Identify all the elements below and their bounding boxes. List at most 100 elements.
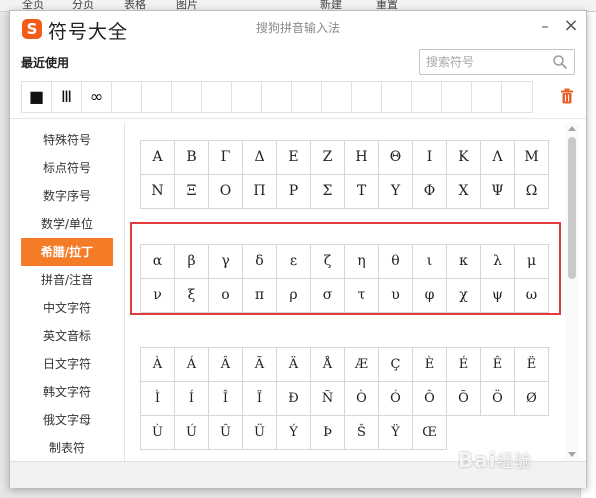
recent-symbol-cell[interactable] [442, 82, 472, 112]
latin-symbol[interactable]: É [447, 348, 481, 382]
sidebar-item-10[interactable]: 俄文字母 [21, 406, 113, 434]
greek-lowercase-symbol[interactable]: ι [413, 245, 447, 279]
scroll-up-arrow-icon[interactable] [568, 126, 576, 131]
recent-symbol-cell[interactable] [412, 82, 442, 112]
greek-uppercase-symbol[interactable]: Θ [379, 141, 413, 175]
greek-lowercase-symbol[interactable]: υ [379, 279, 413, 313]
recent-symbol-cell[interactable] [292, 82, 322, 112]
recent-symbol-cell[interactable]: Ⅲ [52, 82, 82, 112]
recent-symbol-cell[interactable] [172, 82, 202, 112]
greek-lowercase-symbol[interactable]: ζ [311, 245, 345, 279]
latin-symbol[interactable]: Ï [243, 382, 277, 416]
latin-symbol[interactable]: Ý [277, 416, 311, 450]
greek-uppercase-symbol[interactable]: Λ [481, 141, 515, 175]
greek-lowercase-symbol[interactable]: η [345, 245, 379, 279]
greek-lowercase-symbol[interactable]: χ [447, 279, 481, 313]
minimize-button[interactable]: – [534, 15, 556, 37]
latin-symbol[interactable]: Ÿ [379, 416, 413, 450]
latin-symbol[interactable]: Â [209, 348, 243, 382]
greek-uppercase-symbol[interactable]: Γ [209, 141, 243, 175]
trash-icon[interactable] [560, 88, 574, 104]
latin-symbol[interactable]: Õ [447, 382, 481, 416]
latin-symbol[interactable]: Ù [141, 416, 175, 450]
vertical-scrollbar[interactable] [565, 123, 579, 461]
sidebar-item-5[interactable]: 拼音/注音 [21, 266, 113, 294]
sidebar-item-3[interactable]: 数学/单位 [21, 210, 113, 238]
sidebar-item-9[interactable]: 韩文字符 [21, 378, 113, 406]
greek-uppercase-symbol[interactable]: Σ [311, 175, 345, 209]
sidebar-item-6[interactable]: 中文字符 [21, 294, 113, 322]
recent-symbol-cell[interactable]: ∞ [82, 82, 112, 112]
latin-symbol[interactable]: Œ [413, 416, 447, 450]
latin-symbol[interactable]: Æ [345, 348, 379, 382]
sidebar-item-11[interactable]: 制表符 [21, 434, 113, 462]
recent-symbol-cell[interactable] [382, 82, 412, 112]
latin-symbol[interactable]: Å [311, 348, 345, 382]
greek-uppercase-symbol[interactable]: Ρ [277, 175, 311, 209]
greek-uppercase-symbol[interactable]: Ν [141, 175, 175, 209]
latin-symbol[interactable]: Î [209, 382, 243, 416]
recent-symbol-cell[interactable] [472, 82, 502, 112]
greek-uppercase-symbol[interactable]: Η [345, 141, 379, 175]
sidebar-item-1[interactable]: 标点符号 [21, 154, 113, 182]
scroll-thumb[interactable] [568, 137, 576, 279]
greek-lowercase-symbol[interactable]: σ [311, 279, 345, 313]
greek-uppercase-symbol[interactable]: Β [175, 141, 209, 175]
recent-symbol-cell[interactable] [502, 82, 532, 112]
latin-symbol[interactable]: Ñ [311, 382, 345, 416]
latin-symbol[interactable]: Í [175, 382, 209, 416]
greek-uppercase-symbol[interactable]: Κ [447, 141, 481, 175]
latin-symbol[interactable]: Ú [175, 416, 209, 450]
greek-uppercase-symbol[interactable]: Ε [277, 141, 311, 175]
greek-uppercase-symbol[interactable]: Π [243, 175, 277, 209]
greek-lowercase-symbol[interactable]: δ [243, 245, 277, 279]
recent-symbol-cell[interactable]: ■ [22, 82, 52, 112]
recent-symbol-cell[interactable] [112, 82, 142, 112]
sidebar-item-0[interactable]: 特殊符号 [21, 126, 113, 154]
greek-lowercase-symbol[interactable]: π [243, 279, 277, 313]
greek-lowercase-symbol[interactable]: λ [481, 245, 515, 279]
greek-uppercase-symbol[interactable]: Ι [413, 141, 447, 175]
latin-symbol[interactable]: Ê [481, 348, 515, 382]
greek-lowercase-symbol[interactable]: β [175, 245, 209, 279]
sidebar-item-4[interactable]: 希腊/拉丁 [21, 238, 113, 266]
recent-symbol-cell[interactable] [142, 82, 172, 112]
greek-lowercase-symbol[interactable]: κ [447, 245, 481, 279]
latin-symbol[interactable]: Ã [243, 348, 277, 382]
greek-uppercase-symbol[interactable]: Χ [447, 175, 481, 209]
greek-lowercase-symbol[interactable]: ε [277, 245, 311, 279]
greek-lowercase-symbol[interactable]: τ [345, 279, 379, 313]
latin-symbol[interactable]: Ü [243, 416, 277, 450]
greek-lowercase-symbol[interactable]: ν [141, 279, 175, 313]
recent-symbol-cell[interactable] [322, 82, 352, 112]
sidebar-item-7[interactable]: 英文音标 [21, 322, 113, 350]
scroll-down-arrow-icon[interactable] [568, 452, 576, 457]
latin-symbol[interactable]: À [141, 348, 175, 382]
sidebar-item-8[interactable]: 日文字符 [21, 350, 113, 378]
greek-uppercase-symbol[interactable]: Φ [413, 175, 447, 209]
greek-lowercase-symbol[interactable]: ω [515, 279, 549, 313]
greek-uppercase-symbol[interactable]: Τ [345, 175, 379, 209]
recent-symbol-cell[interactable] [202, 82, 232, 112]
greek-uppercase-symbol[interactable]: Υ [379, 175, 413, 209]
greek-uppercase-symbol[interactable]: Ω [515, 175, 549, 209]
close-button[interactable]: × [560, 15, 582, 37]
latin-symbol[interactable]: Ø [515, 382, 549, 416]
greek-uppercase-symbol[interactable]: Μ [515, 141, 549, 175]
latin-symbol[interactable]: Û [209, 416, 243, 450]
greek-lowercase-symbol[interactable]: γ [209, 245, 243, 279]
latin-symbol[interactable]: È [413, 348, 447, 382]
recent-symbol-cell[interactable] [262, 82, 292, 112]
recent-symbol-cell[interactable] [352, 82, 382, 112]
latin-symbol[interactable]: Þ [311, 416, 345, 450]
latin-symbol[interactable]: Á [175, 348, 209, 382]
greek-uppercase-symbol[interactable]: Α [141, 141, 175, 175]
greek-lowercase-symbol[interactable]: φ [413, 279, 447, 313]
greek-lowercase-symbol[interactable]: θ [379, 245, 413, 279]
greek-uppercase-symbol[interactable]: Ζ [311, 141, 345, 175]
greek-uppercase-symbol[interactable]: Ξ [175, 175, 209, 209]
latin-symbol[interactable]: Ç [379, 348, 413, 382]
greek-lowercase-symbol[interactable]: α [141, 245, 175, 279]
latin-symbol[interactable]: Ö [481, 382, 515, 416]
greek-lowercase-symbol[interactable]: ξ [175, 279, 209, 313]
